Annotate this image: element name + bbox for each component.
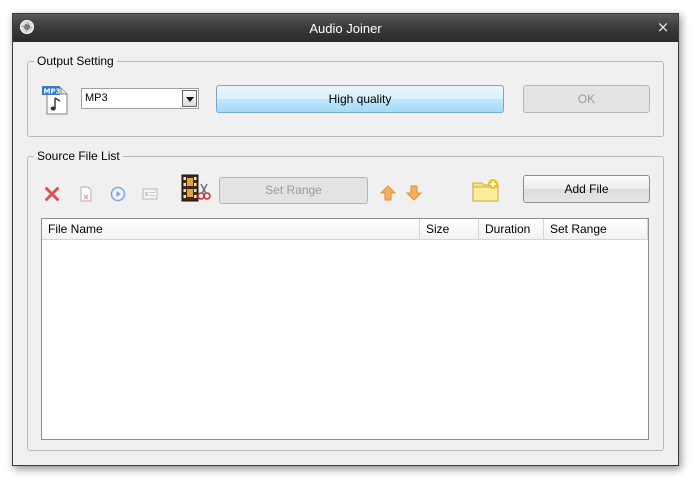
arrow-up-icon[interactable] (379, 184, 397, 202)
svg-text:MP3: MP3 (44, 87, 61, 95)
column-size[interactable]: Size (420, 219, 479, 239)
close-button[interactable]: × (654, 18, 672, 36)
chevron-down-icon[interactable] (182, 90, 197, 107)
window-title: Audio Joiner (309, 21, 382, 36)
mp3-file-icon: MP3 (42, 86, 68, 115)
high-quality-button[interactable]: High quality (216, 85, 504, 113)
arrow-down-icon[interactable] (405, 184, 423, 202)
column-file-name[interactable]: File Name (42, 219, 420, 239)
add-folder-icon[interactable] (471, 177, 501, 203)
set-range-button[interactable]: Set Range (219, 177, 368, 204)
column-set-range[interactable]: Set Range (544, 219, 648, 239)
source-file-table[interactable]: File Name Size Duration Set Range (41, 218, 649, 440)
info-card-icon[interactable] (141, 185, 159, 203)
app-window: Audio Joiner × Output Setting MP3 MP3 Hi… (12, 13, 679, 466)
ok-button[interactable]: OK (523, 85, 650, 113)
title-bar[interactable]: Audio Joiner × (13, 14, 678, 42)
format-select[interactable]: MP3 (81, 88, 199, 109)
column-duration[interactable]: Duration (479, 219, 544, 239)
film-scissors-icon[interactable] (181, 174, 211, 202)
output-setting-legend: Output Setting (34, 54, 117, 68)
play-icon[interactable] (109, 185, 127, 203)
red-x-icon[interactable] (43, 185, 61, 203)
format-select-value: MP3 (85, 92, 108, 104)
add-file-button[interactable]: Add File (523, 175, 650, 203)
table-header: File Name Size Duration Set Range (42, 219, 648, 240)
clear-file-icon[interactable] (77, 185, 95, 203)
source-file-list-legend: Source File List (34, 149, 123, 163)
